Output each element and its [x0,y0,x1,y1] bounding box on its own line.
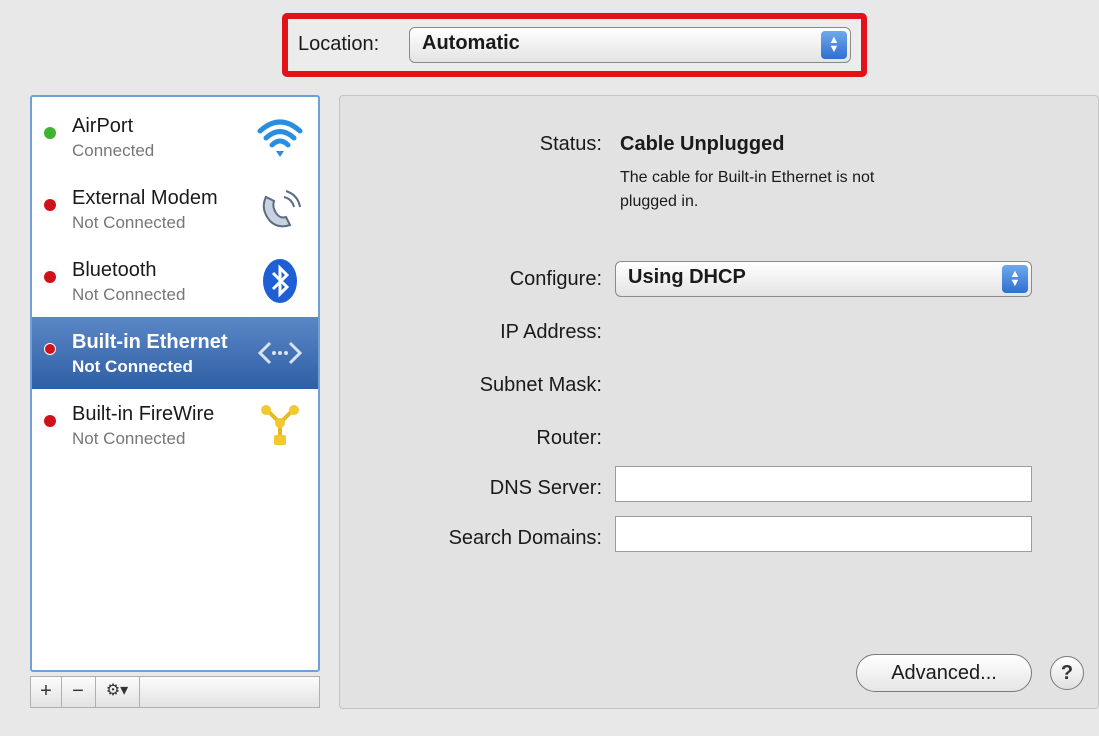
remove-service-button[interactable]: − [61,677,96,707]
service-name: AirPort [72,115,134,137]
service-name: External Modem [72,187,218,209]
service-item-built-in-firewire[interactable]: Built-in FireWire Not Connected [32,389,318,461]
router-label: Router: [536,427,602,449]
advanced-button[interactable]: Advanced... [856,654,1032,692]
location-value: Automatic [422,32,520,54]
status-label: Status: [539,133,602,155]
status-value: Cable Unplugged [620,133,785,155]
status-description-line-1: The cable for Built-in Ethernet is not [620,169,875,186]
wifi-icon [257,119,303,157]
service-item-built-in-ethernet[interactable]: Built-in Ethernet Not Connected [32,317,318,389]
service-item-bluetooth[interactable]: Bluetooth Not Connected [32,245,318,317]
ethernet-icon [257,341,303,365]
dns-server-field[interactable] [615,466,1032,502]
service-status: Not Connected [72,213,186,232]
service-name: Bluetooth [72,259,157,281]
service-name: Built-in FireWire [72,403,215,425]
popup-arrows-icon: ▲ ▼ [821,31,847,59]
firewire-icon [261,405,299,445]
service-status: Not Connected [72,357,193,376]
search-domains-label: Search Domains: [448,527,602,549]
status-indicator [44,415,56,427]
configure-label: Configure: [509,268,602,290]
service-item-airport[interactable]: AirPort Connected [32,101,318,173]
subnet-mask-label: Subnet Mask: [479,374,602,396]
configure-popup[interactable]: Using DHCP ▲ ▼ [615,261,1032,297]
dns-server-label: DNS Server: [489,477,602,499]
service-name: Built-in Ethernet [72,331,228,353]
status-indicator [44,271,56,283]
service-status: Connected [72,141,155,160]
service-toolbar: + − ⚙▾ [30,676,320,708]
help-button[interactable]: ? [1050,656,1084,690]
action-menu-button[interactable]: ⚙▾ [95,677,140,707]
search-domains-field[interactable] [615,516,1032,552]
service-status: Not Connected [72,285,186,304]
service-item-external-modem[interactable]: External Modem Not Connected [32,173,318,245]
location-popup[interactable]: Automatic ▲ ▼ [409,27,851,63]
status-indicator [44,343,56,355]
status-indicator [44,127,56,139]
detail-panel [339,95,1099,709]
add-service-button[interactable]: + [31,677,62,707]
location-label: Location: [298,33,380,55]
phone-icon [262,190,301,228]
service-list[interactable]: AirPort Connected External Modem Not Con… [30,95,320,672]
bluetooth-icon [263,259,297,303]
status-indicator [44,199,56,211]
status-description-line-2: plugged in. [620,193,699,210]
configure-value: Using DHCP [628,266,746,288]
service-status: Not Connected [72,429,186,448]
ip-address-label: IP Address: [500,321,602,343]
popup-arrows-icon: ▲ ▼ [1002,265,1028,293]
